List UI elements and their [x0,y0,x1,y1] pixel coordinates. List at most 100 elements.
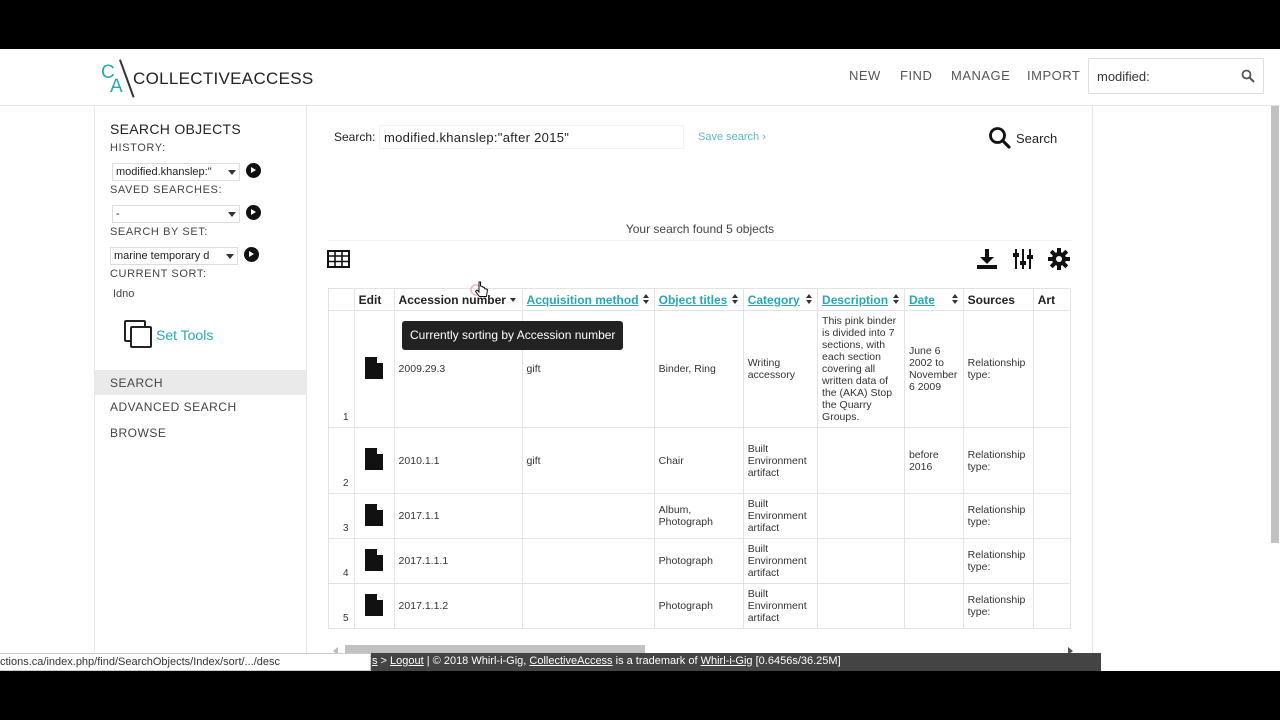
cell-date: before 2016 [903,427,964,494]
column-header-sources: Sources [962,288,1034,311]
search-query-input[interactable] [379,125,684,149]
nav-manage[interactable]: MANAGE [951,68,1010,83]
column-header-date[interactable]: Date [903,288,964,311]
cell-edit [353,427,395,494]
cell-date [903,493,964,539]
table-header-row: Edit Accession number Acquisition method… [328,288,1071,311]
column-header-accession-number[interactable]: Accession number [393,288,523,311]
sort-icon [806,294,813,306]
table-row: 3 2017.1.1 Album, Photograph Built Environm… [328,493,1071,539]
whirligig-link[interactable]: Whirl-i-Gig [701,655,753,667]
sidebar-item-search[interactable]: SEARCH [95,370,307,395]
cell-date [903,583,964,629]
history-select-value: modified.khanslep:" [116,166,212,178]
sort-icon [951,294,959,306]
copy-sets-icon [124,320,154,350]
cell-accession-number: 2010.1.1 [393,427,523,494]
sort-link[interactable]: Acquisition method [527,293,639,307]
nav-import[interactable]: IMPORT [1027,68,1080,83]
edit-record-icon[interactable] [365,548,384,571]
cell-date: June 6 2002 to November 6 2009 [903,310,964,428]
logo-text: COLLECTIVEACCESS [133,69,314,88]
footer-trademark-text: is a trademark of [612,655,701,667]
search-button[interactable]: Search [988,126,1057,150]
gear-icon[interactable] [1048,248,1070,270]
cell-date [903,538,964,584]
cell-description [817,493,905,539]
set-tools-button[interactable]: Set Tools [124,320,213,350]
history-select[interactable]: modified.khanslep:" [112,163,240,181]
sort-link[interactable]: Object titles [659,293,728,307]
column-header-object-titles[interactable]: Object titles [653,288,744,311]
sort-icon [731,294,739,306]
collectiveaccess-link[interactable]: CollectiveAccess [529,655,612,667]
cell-edit [353,310,395,428]
logout-link[interactable]: Logout [390,655,424,667]
cell-row-number: 4 [328,538,355,584]
column-header-category[interactable]: Category [742,288,819,311]
table-view-icon[interactable] [327,250,350,268]
cell-category: Writing accessory [742,310,819,428]
sidebar-item-browse[interactable]: BROWSE [95,420,307,445]
table-row: 5 2017.1.1.2 Photograph Built Environment a… [328,583,1071,629]
cell-edit [353,493,395,539]
cell-object-titles: Chair [653,427,744,494]
nav-new[interactable]: NEW [849,68,881,83]
cell-description [817,427,905,494]
chevron-down-icon [228,170,236,175]
cell-accession-number: 2017.1.1.2 [393,583,523,629]
column-header-acquisition-method[interactable]: Acquisition method [521,288,655,311]
column-header-art: Art [1032,288,1071,311]
vertical-scrollbar[interactable] [1270,106,1280,671]
chevron-down-icon [226,254,234,259]
cell-row-number: 3 [328,493,355,539]
footer-timing: [0.6456s/36.25M] [752,655,841,667]
download-icon[interactable] [976,248,998,270]
cell-acquisition-method [521,538,655,584]
cell-object-titles: Album, Photograph [653,493,744,539]
cell-category: Built Environment artifact [742,493,819,539]
edit-record-icon[interactable] [365,356,384,379]
sort-link[interactable]: Category [748,293,800,307]
cell-category: Built Environment artifact [742,538,819,584]
saved-searches-select[interactable]: - [112,205,240,223]
edit-record-icon[interactable] [365,503,384,526]
sidebar-item-advanced-search[interactable]: ADVANCED SEARCH [95,394,307,419]
sort-link[interactable]: Description [822,293,888,307]
edit-record-icon[interactable] [365,593,384,616]
table-row: 2 2010.1.1 gift Chair Built Environment arti… [328,427,1071,494]
cell-object-titles: Photograph [653,538,744,584]
search-icon[interactable] [1241,69,1255,83]
main-content: Search: Save search › Search Your search… [307,106,1093,671]
nav-find[interactable]: FIND [900,68,932,83]
collectiveaccess-logo[interactable]: C A COLLECTIVEACCESS [101,59,314,99]
search-label: Search: [334,130,376,144]
table-row: 4 2017.1.1.1 Photograph Built Environment a… [328,538,1071,584]
history-go-button[interactable] [246,163,261,178]
saved-searches-label: SAVED SEARCHES: [110,184,223,196]
cell-object-titles: Photograph [653,583,744,629]
saved-searches-go-button[interactable] [246,205,261,220]
cell-row-number: 1 [328,310,355,428]
cell-acquisition-method [521,583,655,629]
sort-link[interactable]: Date [909,293,935,307]
sort-icon [892,294,900,306]
quick-search-input[interactable] [1097,67,1237,85]
column-header-description[interactable]: Description [817,288,905,311]
cell-art [1032,493,1071,539]
set-tools-label: Set Tools [156,327,214,343]
scrollbar-thumb[interactable] [1271,106,1279,543]
cell-description [817,538,905,584]
save-search-link[interactable]: Save search › [698,131,766,143]
search-button-label: Search [1016,130,1058,146]
search-by-set-go-button[interactable] [244,247,259,262]
columns-settings-icon[interactable] [1012,248,1034,270]
edit-record-icon[interactable] [365,448,384,470]
footer-separator: > [377,655,391,667]
cell-category: Built Environment artifact [742,427,819,494]
cell-category: Built Environment artifact [742,583,819,629]
history-label: HISTORY: [110,142,166,154]
search-by-set-select[interactable]: marine temporary d [110,247,238,265]
sort-tooltip: Currently sorting by Accession number [402,321,624,350]
cell-sources: Relationship type: [962,427,1034,494]
